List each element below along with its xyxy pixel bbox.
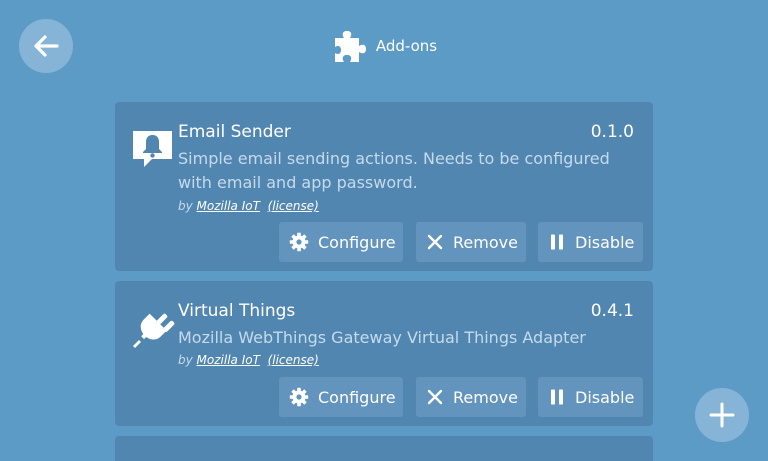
configure-button[interactable]: Configure xyxy=(279,222,403,262)
addon-name: Virtual Things xyxy=(178,301,296,321)
byline-prefix: by xyxy=(178,199,193,213)
addons-page: Add-ons Email Sender 0.1.0 Simple email … xyxy=(0,0,768,461)
configure-button[interactable]: Configure xyxy=(279,377,403,417)
addon-byline: by Mozilla IoT (license) xyxy=(178,199,319,213)
configure-label: Configure xyxy=(318,232,396,252)
author-link[interactable]: Mozilla IoT xyxy=(197,199,260,213)
plus-icon xyxy=(709,402,735,428)
license-link[interactable]: (license) xyxy=(268,199,319,213)
addon-name: Email Sender xyxy=(178,122,291,142)
add-addon-button[interactable] xyxy=(695,388,749,442)
addon-description: Mozilla WebThings Gateway Virtual Things… xyxy=(178,328,586,347)
close-icon xyxy=(427,234,443,250)
remove-button[interactable]: Remove xyxy=(416,377,526,417)
author-link[interactable]: Mozilla IoT xyxy=(197,353,260,367)
gear-icon xyxy=(289,387,309,407)
gear-icon xyxy=(289,232,309,252)
disable-button[interactable]: Disable xyxy=(538,377,643,417)
addon-card-partial xyxy=(115,436,653,461)
pause-icon xyxy=(551,389,563,405)
license-link[interactable]: (license) xyxy=(268,353,319,367)
page-header: Add-ons xyxy=(0,26,768,66)
page-title: Add-ons xyxy=(375,37,438,55)
close-icon xyxy=(427,389,443,405)
addon-byline: by Mozilla IoT (license) xyxy=(178,353,319,367)
remove-label: Remove xyxy=(453,387,518,407)
disable-label: Disable xyxy=(575,232,635,252)
addon-version: 0.4.1 xyxy=(590,301,634,321)
configure-label: Configure xyxy=(318,387,396,407)
remove-label: Remove xyxy=(453,232,518,252)
remove-button[interactable]: Remove xyxy=(416,222,526,262)
addon-version: 0.1.0 xyxy=(590,122,634,142)
plug-icon xyxy=(133,313,175,348)
addon-description: Simple email sending actions. Needs to b… xyxy=(178,149,610,192)
byline-prefix: by xyxy=(178,353,193,367)
addon-card-email-sender: Email Sender 0.1.0 Simple email sending … xyxy=(115,102,653,271)
notification-bell-icon xyxy=(133,131,172,167)
pause-icon xyxy=(551,234,563,250)
disable-button[interactable]: Disable xyxy=(538,222,643,262)
puzzle-piece-icon xyxy=(334,31,366,62)
addon-card-virtual-things: Virtual Things 0.4.1 Mozilla WebThings G… xyxy=(115,281,653,426)
disable-label: Disable xyxy=(575,387,635,407)
